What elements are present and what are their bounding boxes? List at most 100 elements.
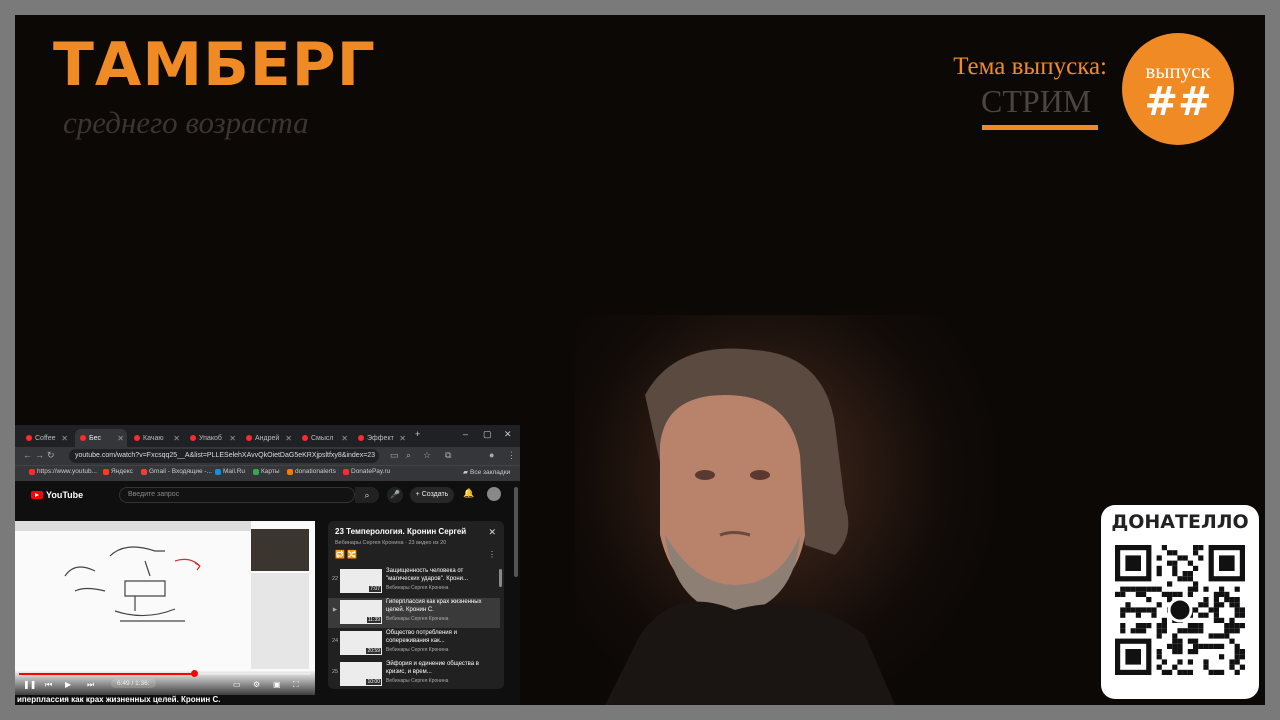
playlist-scrollbar[interactable]: [499, 569, 502, 587]
bookmark-item[interactable]: Яндекс: [103, 468, 133, 475]
bookmark-item[interactable]: Mail.Ru: [215, 468, 245, 475]
avatar[interactable]: [487, 487, 501, 501]
playlist-item-title[interactable]: Общество потребления и сопереживания как…: [386, 630, 496, 645]
bookmark-label: Все закладки: [470, 468, 511, 476]
bookmark-item[interactable]: https://www.youtub...: [29, 468, 97, 475]
profile-icon[interactable]: ●: [489, 450, 494, 460]
browser-tab[interactable]: Смысл ✕: [297, 429, 351, 447]
shuffle-icon[interactable]: 🔀: [347, 550, 357, 559]
browser-menu-icon[interactable]: ⋮: [507, 450, 516, 461]
video-player[interactable]: ❚❚ ⏮ ▶ ⏭ 6:49 / 1:36: ▭ ⚙ ▣ ⛶: [15, 521, 315, 695]
close-icon[interactable]: ✕: [488, 527, 496, 538]
playlist-item-thumbnail[interactable]: 11:39: [340, 600, 382, 624]
playlist-item[interactable]: 22 7:07 Защищенность человека от "магическ…: [328, 567, 500, 597]
reload-icon[interactable]: ↻: [47, 450, 55, 461]
forward-icon[interactable]: →: [35, 450, 44, 460]
close-window-icon[interactable]: ✕: [504, 429, 512, 440]
next-icon[interactable]: ⏭: [87, 680, 94, 690]
playlist-item-index: 25: [331, 669, 339, 675]
playlist-item[interactable]: 25 10:00 Эйфория и единение общества в кри…: [328, 660, 500, 689]
player-controls: ❚❚ ⏮ ▶ ⏭ 6:49 / 1:36: ▭ ⚙ ▣ ⛶: [15, 670, 315, 695]
browser-tab[interactable]: Coffee ✕: [21, 429, 71, 447]
bookmark-star-icon[interactable]: ☆: [423, 450, 431, 461]
extensions-icon[interactable]: ⧉: [445, 450, 451, 461]
youtube-logo[interactable]: YouTube: [31, 490, 83, 500]
video-inset-camera: [251, 529, 309, 571]
create-button[interactable]: + Создать: [410, 487, 454, 503]
close-tab-icon[interactable]: ✕: [173, 434, 180, 443]
playlist-item-channel: Вебинары Сергея Кронина: [386, 585, 449, 591]
miniplayer-icon[interactable]: ▣: [273, 680, 281, 689]
browser-tab[interactable]: Андрей ✕: [241, 429, 295, 447]
youtube-favicon-icon: [26, 435, 32, 441]
playlist-item-channel: Вебинары Сергея Кронина: [386, 647, 449, 653]
close-tab-icon[interactable]: ✕: [399, 434, 406, 443]
cast-icon[interactable]: ▭: [390, 450, 399, 461]
url-field[interactable]: youtube.com/watch?v=Fxcsqq25__A&list=PLL…: [69, 449, 379, 463]
brand-subtitle: среднего возраста: [63, 105, 309, 140]
playlist-item[interactable]: 24 20:59 Общество потребления и сопережива…: [328, 629, 500, 659]
playlist-item-duration: 20:59: [366, 648, 381, 654]
address-bar: ← → ↻ youtube.com/watch?v=Fxcsqq25__A&li…: [15, 447, 520, 465]
playlist-item-index: 24: [331, 638, 339, 644]
maximize-icon[interactable]: ▢: [483, 429, 492, 440]
back-icon[interactable]: ←: [23, 450, 32, 460]
close-tab-icon[interactable]: ✕: [229, 434, 236, 443]
playlist-item-title[interactable]: Гиперплассия как крах жизненных целей. К…: [386, 599, 496, 614]
all-bookmarks-folder[interactable]: ▰ Все закладки: [463, 468, 511, 477]
video-title: иперплассия как крах жизненных целей. Кр…: [17, 695, 221, 704]
page-scrollbar[interactable]: [514, 487, 518, 577]
browser-tab[interactable]: Упакоб ✕: [185, 429, 239, 447]
bookmark-favicon-icon: [253, 468, 259, 475]
browser-tab[interactable]: Эффект ✕: [353, 429, 409, 447]
pause-icon[interactable]: ❚❚: [23, 680, 36, 689]
playlist-actions: 🔁 🔀: [335, 550, 357, 559]
new-tab-button[interactable]: +: [415, 429, 420, 439]
playlist-item-duration: 11:39: [366, 617, 381, 623]
search-icon[interactable]: ⌕: [355, 487, 379, 503]
playlist-item-thumbnail[interactable]: 20:59: [340, 631, 382, 655]
bookmark-item[interactable]: donationalerts: [287, 468, 336, 475]
loop-icon[interactable]: 🔁: [335, 550, 345, 559]
zoom-icon[interactable]: ⌕: [406, 450, 411, 461]
progress-bar[interactable]: [19, 670, 311, 677]
playlist-item-thumbnail[interactable]: 7:07: [340, 569, 382, 593]
settings-gear-icon[interactable]: ⚙: [253, 680, 260, 689]
playlist-meta: Вебинары Сергея Кронина · 23 видео из 20: [335, 540, 447, 546]
notifications-bell-icon[interactable]: 🔔: [463, 488, 474, 499]
browser-tab[interactable]: Качаю ✕: [129, 429, 183, 447]
youtube-favicon-icon: [190, 435, 196, 441]
playlist-item-title[interactable]: Защищенность человека от "магических уда…: [386, 568, 496, 583]
playlist-item[interactable]: ▶ 11:39 Гиперплассия как крах жизненных це…: [328, 598, 500, 628]
bookmark-item[interactable]: Карты: [253, 468, 280, 475]
bookmark-item[interactable]: DonatePay.ru: [343, 468, 390, 475]
bookmarks-bar: https://www.youtub... Яндекс Gmail - Вхо…: [15, 465, 520, 482]
bookmark-item[interactable]: Gmail - Входящие -...: [141, 468, 212, 475]
previous-icon[interactable]: ⏮: [45, 680, 52, 690]
playlist-item-thumbnail[interactable]: 10:00: [340, 662, 382, 686]
bookmark-favicon-icon: [343, 468, 349, 475]
tab-label: Андрей: [255, 434, 280, 442]
youtube-search-input[interactable]: Введите запрос: [119, 487, 355, 503]
subtitles-icon[interactable]: ▭: [233, 680, 241, 689]
youtube-favicon-icon: [80, 435, 86, 441]
close-tab-icon[interactable]: ✕: [117, 434, 124, 443]
playlist-item-title[interactable]: Эйфория и единение общества в кризис, и …: [386, 661, 496, 676]
play-icon[interactable]: ▶: [65, 680, 71, 689]
episode-badge: выпуск ##: [1122, 33, 1234, 145]
bookmark-label: DonatePay.ru: [351, 468, 391, 475]
youtube-favicon-icon: [246, 435, 252, 441]
close-tab-icon[interactable]: ✕: [285, 434, 292, 443]
video-inset-chat: [251, 573, 309, 669]
minimize-icon[interactable]: –: [463, 429, 468, 439]
more-options-icon[interactable]: ⋮: [488, 550, 496, 559]
close-tab-icon[interactable]: ✕: [341, 434, 348, 443]
progress-knob[interactable]: [191, 670, 199, 677]
browser-tab-active[interactable]: Бес ✕: [75, 429, 127, 447]
playlist-title[interactable]: 23 Темперология. Кронин Сергей: [335, 527, 466, 536]
youtube-logo-text: YouTube: [46, 490, 84, 500]
microphone-icon[interactable]: 🎤: [387, 487, 403, 503]
browser-window: Coffee ✕ Бес ✕ Качаю ✕ Упакоб ✕ Андрей ✕ Смыс…: [15, 425, 520, 705]
close-tab-icon[interactable]: ✕: [61, 434, 68, 443]
fullscreen-icon[interactable]: ⛶: [293, 680, 299, 690]
